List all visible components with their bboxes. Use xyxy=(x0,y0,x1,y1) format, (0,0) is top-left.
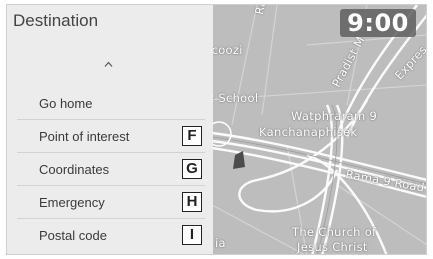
map-label-kanchanaphisek: Kanchanaphisek xyxy=(259,125,358,139)
menu-item-label: Emergency xyxy=(39,195,105,210)
menu-item-coordinates[interactable]: Coordinates G xyxy=(17,153,205,186)
callout-i: I xyxy=(182,225,202,245)
chevron-up-icon[interactable] xyxy=(104,60,113,69)
map-label-church: The Church of xyxy=(292,225,377,239)
menu-item-label: Go home xyxy=(39,96,93,111)
navigation-screen: Scoozi Ram Pradist M Expres St School Wa… xyxy=(6,4,427,255)
menu-item-postal-code[interactable]: Postal code I xyxy=(17,219,205,252)
callout-h: H xyxy=(182,192,202,212)
menu-item-go-home[interactable]: Go home xyxy=(17,87,205,120)
map-label-watphraram: Watphraram 9 xyxy=(291,109,378,123)
destination-panel: Destination Go home Point of interest F … xyxy=(7,5,213,254)
menu-item-label: Point of interest xyxy=(39,129,130,144)
menu-item-label: Postal code xyxy=(39,228,107,243)
menu-item-label: Coordinates xyxy=(39,162,110,177)
clock: 9:00 xyxy=(340,9,416,37)
map-label-jesus-christ: Jesus Christ xyxy=(297,240,368,254)
callout-f: F xyxy=(182,126,202,146)
menu-item-point-of-interest[interactable]: Point of interest F xyxy=(17,120,205,153)
panel-title: Destination xyxy=(13,11,99,30)
callout-g: G xyxy=(182,159,202,179)
menu-item-emergency[interactable]: Emergency H xyxy=(17,186,205,219)
map-label-ia: ia xyxy=(215,236,226,250)
